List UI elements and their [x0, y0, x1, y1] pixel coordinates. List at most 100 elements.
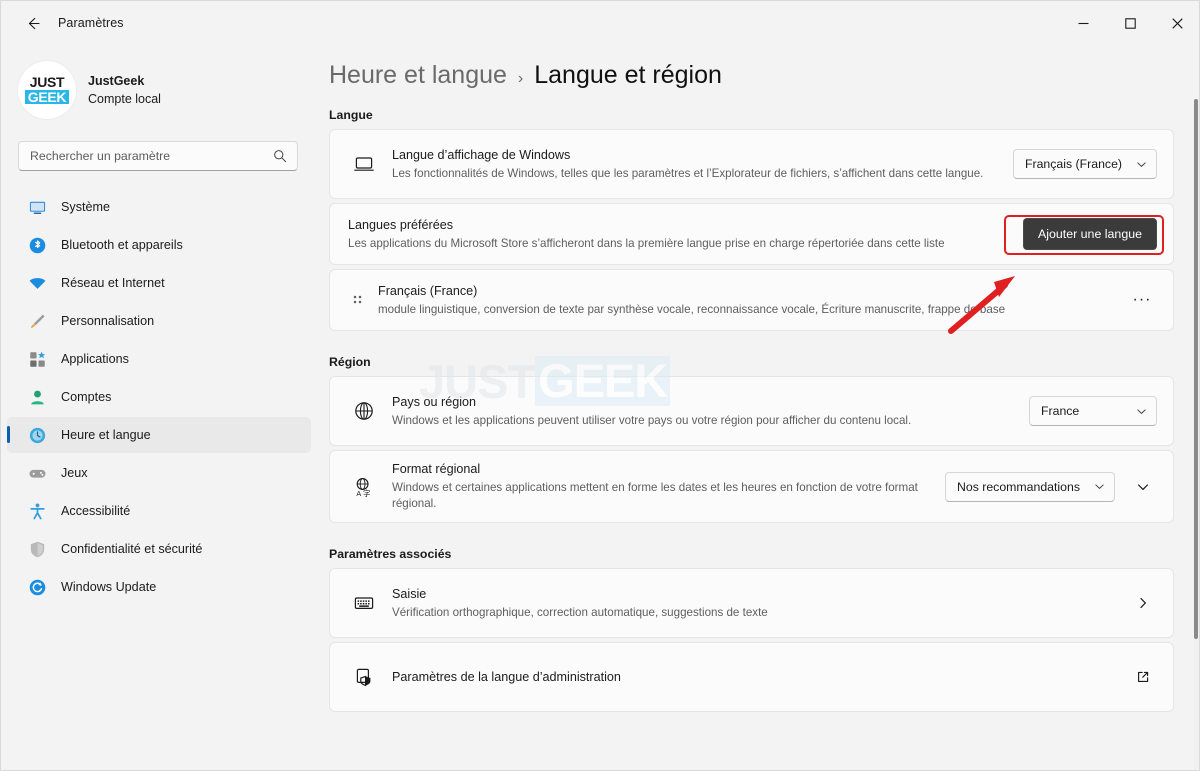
- globe-icon: [346, 400, 382, 422]
- window-title: Paramètres: [58, 16, 124, 30]
- svg-text:A: A: [356, 489, 361, 498]
- sidebar-item-bluetooth-et-appareils[interactable]: Bluetooth et appareils: [7, 227, 311, 263]
- card-description: Windows et certaines applications metten…: [392, 481, 918, 510]
- card-country-region[interactable]: Pays ou région Windows et les applicatio…: [329, 376, 1174, 446]
- dropdown-value: Français (France): [1024, 157, 1122, 171]
- scrollbar-thumb[interactable]: [1194, 99, 1198, 639]
- sidebar-item-accessibilite[interactable]: Accessibilité: [7, 493, 311, 529]
- avatar-text-bottom: GEEK: [24, 90, 70, 104]
- sidebar-item-label: Système: [61, 200, 110, 214]
- maximize-icon: [1125, 17, 1136, 29]
- gamepad-icon: [23, 464, 51, 483]
- section-heading-langue: Langue: [329, 108, 373, 122]
- card-title: Langues préférées: [348, 217, 454, 232]
- add-language-button[interactable]: Ajouter une langue: [1022, 218, 1157, 250]
- dropdown-value: France: [1041, 404, 1080, 418]
- account-profile[interactable]: JUST GEEK JustGeek Compte local: [18, 61, 321, 119]
- country-region-dropdown[interactable]: France: [1029, 396, 1157, 426]
- close-button[interactable]: [1154, 1, 1199, 45]
- card-display-language[interactable]: Langue d’affichage de Windows Les foncti…: [329, 129, 1174, 199]
- accessibility-icon: [23, 502, 51, 521]
- content-scrollbar[interactable]: [1194, 99, 1198, 770]
- close-icon: [1172, 17, 1183, 29]
- avatar-text-top: JUST: [29, 74, 65, 90]
- card-related-saisie[interactable]: Saisie Vérification orthographique, corr…: [329, 568, 1174, 638]
- chevron-right-icon: [1129, 589, 1157, 617]
- settings-window: Paramètres JUST GEEK JustGeek Compte loc…: [0, 0, 1200, 771]
- wifi-icon: [23, 274, 51, 293]
- breadcrumb-separator-icon: ›: [517, 70, 524, 87]
- card-description: Les applications du Microsoft Store s’af…: [348, 236, 945, 250]
- card-related-admin-language[interactable]: Paramètres de la langue d’administration: [329, 642, 1174, 712]
- monitor-icon: [23, 198, 51, 217]
- back-button[interactable]: [15, 8, 51, 38]
- sidebar-item-label: Applications: [61, 352, 129, 366]
- sidebar-item-reseau-et-internet[interactable]: Réseau et Internet: [7, 265, 311, 301]
- card-description: Les fonctionnalités de Windows, telles q…: [392, 166, 984, 180]
- dropdown-value: Nos recommandations: [956, 479, 1080, 494]
- card-title: Pays ou région: [392, 394, 477, 409]
- search-input[interactable]: [19, 149, 273, 163]
- clock-globe-icon: [23, 426, 51, 445]
- bluetooth-icon: [23, 236, 51, 255]
- sidebar-item-comptes[interactable]: Comptes: [7, 379, 311, 415]
- apps-icon: [23, 350, 51, 369]
- card-preferred-languages: Langues préférées Les applications du Mi…: [329, 203, 1174, 265]
- language-name: Français (France): [378, 283, 478, 298]
- search-box[interactable]: [18, 141, 298, 171]
- sidebar-item-label: Personnalisation: [61, 314, 155, 328]
- sidebar-item-label: Confidentialité et sécurité: [61, 542, 203, 556]
- window-controls: [1060, 1, 1199, 45]
- arrow-left-icon: [28, 17, 40, 29]
- laptop-icon: [346, 153, 382, 175]
- page-title: Langue et région: [534, 61, 722, 89]
- content-area: Heure et langue › Langue et région Langu…: [321, 45, 1199, 770]
- sidebar-nav: Système Bluetooth et appareils Réseau et…: [1, 189, 321, 605]
- breadcrumb-parent-link[interactable]: Heure et langue: [329, 61, 507, 90]
- card-language-item[interactable]: Français (France) module linguistique, c…: [329, 269, 1174, 331]
- sidebar-item-heure-et-langue[interactable]: Heure et langue: [7, 417, 311, 453]
- expand-regional-format-button[interactable]: [1129, 473, 1157, 501]
- paintbrush-icon: [23, 312, 51, 331]
- maximize-button[interactable]: [1107, 1, 1154, 45]
- card-title: Format régional: [392, 462, 481, 476]
- drag-handle-icon[interactable]: [346, 292, 368, 309]
- chevron-down-icon: [1136, 159, 1147, 170]
- card-description: Windows et les applications peuvent util…: [392, 413, 912, 427]
- update-icon: [23, 578, 51, 597]
- chevron-down-icon: [1094, 481, 1105, 492]
- sidebar-item-confidentialite-et-securite[interactable]: Confidentialité et sécurité: [7, 531, 311, 567]
- sidebar-item-personnalisation[interactable]: Personnalisation: [7, 303, 311, 339]
- regional-format-dropdown[interactable]: Nos recommandations: [944, 471, 1115, 502]
- minimize-button[interactable]: [1060, 1, 1107, 45]
- sidebar-item-jeux[interactable]: Jeux: [7, 455, 311, 491]
- card-description: Vérification orthographique, correction …: [392, 605, 768, 619]
- globe-text-icon: A 字: [346, 476, 382, 498]
- sidebar-item-label: Réseau et Internet: [61, 276, 165, 290]
- language-features: module linguistique, conversion de texte…: [378, 302, 1006, 316]
- svg-text:字: 字: [363, 488, 371, 498]
- sidebar-item-windows-update[interactable]: Windows Update: [7, 569, 311, 605]
- display-language-dropdown[interactable]: Français (France): [1012, 149, 1157, 179]
- chevron-down-icon: [1138, 483, 1148, 490]
- sidebar-item-label: Jeux: [61, 466, 88, 480]
- section-heading-region: Région: [329, 355, 371, 369]
- title-bar: Paramètres: [1, 1, 1199, 45]
- sidebar-item-systeme[interactable]: Système: [7, 189, 311, 225]
- sidebar-item-label: Windows Update: [61, 580, 157, 594]
- card-regional-format[interactable]: A 字 Format régional Windows et certaines…: [329, 450, 1174, 523]
- sidebar-item-label: Comptes: [61, 390, 112, 404]
- shield-icon: [23, 540, 51, 559]
- account-type: Compte local: [88, 92, 161, 106]
- minimize-icon: [1078, 22, 1089, 24]
- account-icon: [23, 388, 51, 407]
- card-title: Paramètres de la langue d’administration: [392, 669, 621, 684]
- card-title: Langue d’affichage de Windows: [392, 147, 571, 162]
- avatar: JUST GEEK: [18, 61, 76, 119]
- keyboard-icon: [346, 592, 382, 614]
- admin-language-icon: [346, 666, 382, 688]
- more-options-button[interactable]: ···: [1127, 286, 1157, 314]
- sidebar-item-applications[interactable]: Applications: [7, 341, 311, 377]
- card-title: Saisie: [392, 586, 427, 601]
- breadcrumb: Heure et langue › Langue et région: [329, 61, 1199, 90]
